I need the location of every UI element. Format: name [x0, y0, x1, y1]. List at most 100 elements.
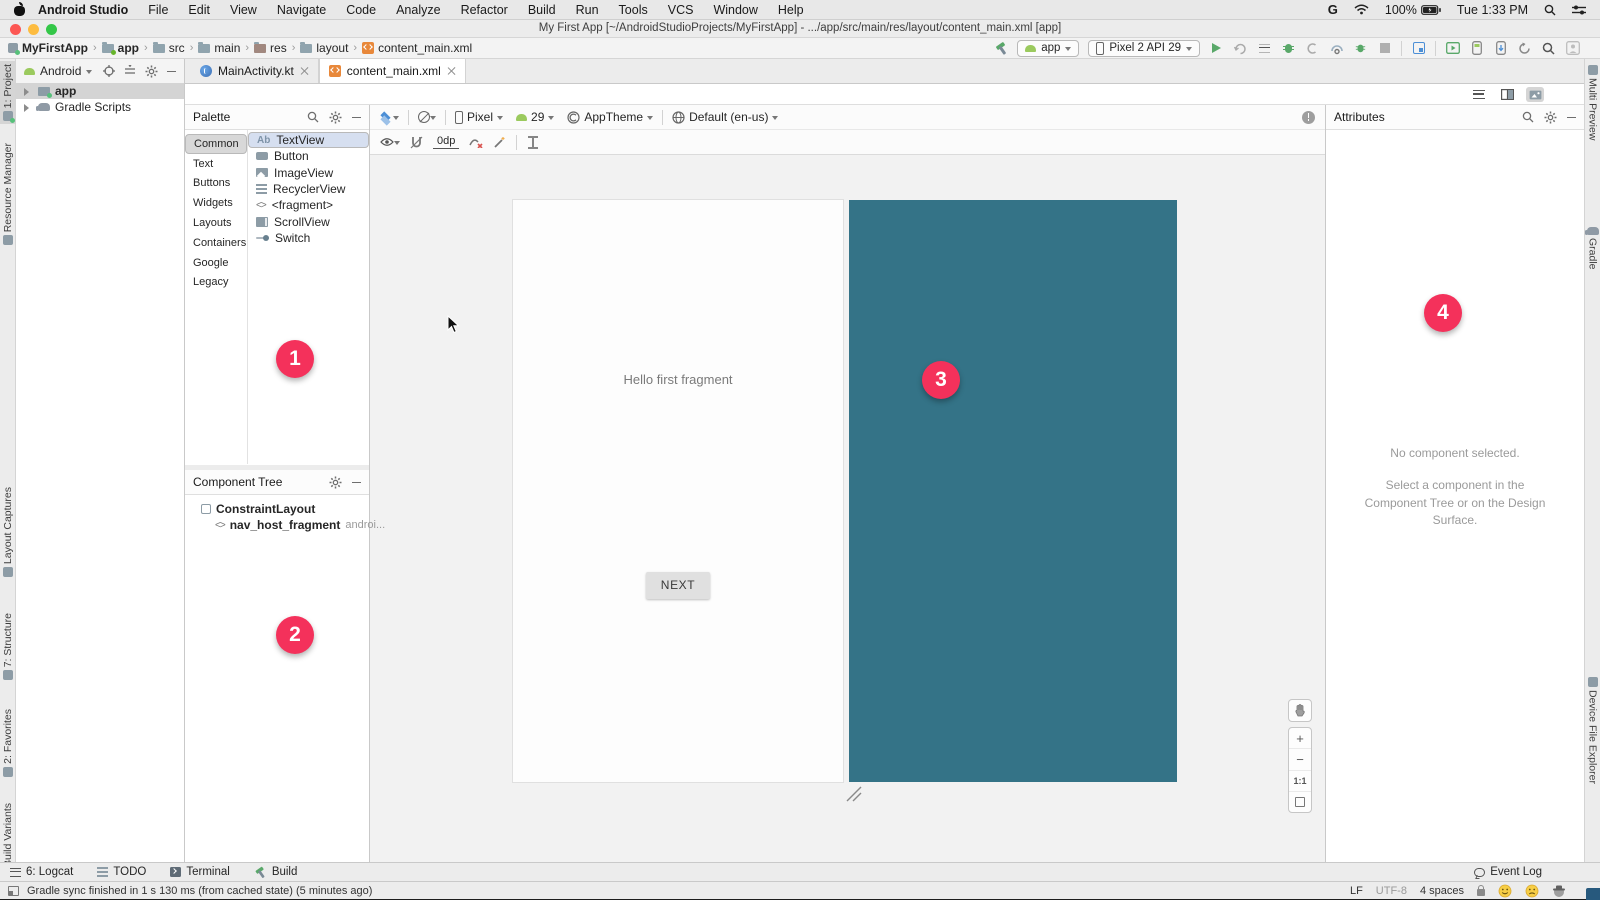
menu-file[interactable]: File [138, 3, 178, 17]
apple-icon[interactable] [14, 3, 26, 16]
menu-vcs[interactable]: VCS [658, 3, 704, 17]
locale-select[interactable]: Default (en-us) [672, 110, 778, 124]
zoom-out-button[interactable]: − [1289, 749, 1311, 770]
tab-content-main[interactable]: content_main.xml [319, 58, 466, 83]
tree-item-constraintlayout[interactable]: ConstraintLayout [185, 501, 369, 517]
menu-code[interactable]: Code [336, 3, 386, 17]
run-tasks-icon[interactable] [1257, 41, 1272, 56]
tool-window-terminal[interactable]: Terminal [170, 866, 229, 878]
tool-window-multi-preview[interactable]: Multi Preview [1585, 65, 1600, 140]
theme-select[interactable]: AppTheme [567, 110, 653, 124]
debug-button[interactable] [1281, 41, 1296, 56]
design-surface-select[interactable] [380, 111, 399, 124]
incognito-icon[interactable] [1552, 884, 1566, 898]
tool-window-gradle[interactable]: Gradle [1585, 227, 1600, 270]
close-tab-icon[interactable] [447, 66, 456, 75]
run-configuration-select[interactable]: app [1017, 40, 1079, 57]
tool-window-layout-captures[interactable]: Layout Captures [0, 487, 15, 577]
tool-window-resource-manager[interactable]: Resource Manager [0, 143, 15, 245]
run-button[interactable] [1209, 41, 1224, 56]
project-tree-item-app[interactable]: app [16, 83, 184, 99]
collapse-all-icon[interactable] [124, 65, 136, 77]
palette-category-containers[interactable]: Containers [185, 233, 247, 253]
palette-category-layouts[interactable]: Layouts [185, 213, 247, 233]
tool-window-device-file-explorer[interactable]: Device File Explorer [1585, 677, 1600, 784]
clear-constraints-button[interactable] [469, 136, 483, 148]
close-tab-icon[interactable] [300, 66, 309, 75]
tool-window-switcher-icon[interactable] [8, 886, 19, 896]
palette-item-button[interactable]: Button [248, 148, 369, 164]
palette-item-scrollview[interactable]: ScrollView [248, 213, 369, 229]
menu-navigate[interactable]: Navigate [267, 3, 336, 17]
menu-edit[interactable]: Edit [178, 3, 220, 17]
pack-align-select[interactable] [527, 136, 539, 149]
attach-debugger-icon[interactable] [1353, 41, 1368, 56]
code-view-button[interactable] [1470, 87, 1488, 102]
menu-build[interactable]: Build [518, 3, 566, 17]
search-icon[interactable] [307, 111, 319, 123]
line-ending-indicator[interactable]: LF [1350, 885, 1363, 897]
readonly-lock-icon[interactable] [1477, 889, 1485, 896]
spotlight-search-icon[interactable] [1544, 4, 1556, 16]
expand-arrow-icon[interactable] [24, 88, 33, 96]
stop-button[interactable] [1377, 41, 1392, 56]
sync-project-icon[interactable] [1517, 41, 1532, 56]
palette-item-recyclerview[interactable]: RecyclerView [248, 181, 369, 197]
layout-inspector-icon[interactable] [1445, 41, 1460, 56]
palette-category-legacy[interactable]: Legacy [185, 273, 247, 293]
sad-feedback-icon[interactable] [1525, 884, 1539, 898]
tab-mainactivity[interactable]: MainActivity.kt [191, 58, 319, 83]
breadcrumb-src[interactable]: src [153, 41, 185, 55]
menubar-clock[interactable]: Tue 1:33 PM [1457, 3, 1528, 17]
next-button-widget[interactable]: NEXT [646, 572, 710, 599]
happy-feedback-icon[interactable] [1498, 884, 1512, 898]
device-manager-icon[interactable] [1411, 41, 1426, 56]
search-everywhere-icon[interactable] [1541, 41, 1556, 56]
palette-item-fragment[interactable]: <><fragment> [248, 197, 369, 213]
zoom-actual-button[interactable]: 1:1 [1289, 771, 1311, 792]
sdk-manager-icon[interactable] [1493, 41, 1508, 56]
palette-item-switch[interactable]: Switch [248, 230, 369, 246]
pan-tool-button[interactable] [1288, 699, 1312, 722]
hide-panel-icon[interactable] [352, 482, 361, 483]
default-margin-select[interactable]: 0dp [433, 135, 459, 149]
menu-analyze[interactable]: Analyze [386, 3, 450, 17]
blueprint-view-sheet[interactable] [849, 200, 1177, 782]
zoom-to-fit-button[interactable] [1289, 792, 1311, 812]
infer-constraints-button[interactable] [493, 136, 506, 149]
gear-icon[interactable] [329, 111, 342, 124]
design-surface[interactable]: Hello first fragment NEXT + − 1:1 [370, 155, 1325, 862]
device-select[interactable]: Pixel [455, 110, 503, 124]
api-version-select[interactable]: 29 [516, 110, 554, 124]
split-view-button[interactable] [1498, 87, 1516, 102]
tool-window-build[interactable]: Build [254, 866, 298, 879]
wifi-icon[interactable] [1354, 4, 1369, 15]
menu-view[interactable]: View [220, 3, 267, 17]
profile-avatar-icon[interactable] [1565, 41, 1580, 56]
tree-item-nav-host-fragment[interactable]: <>nav_host_fragmentandroi... [185, 517, 369, 533]
gear-icon[interactable] [329, 476, 342, 489]
orientation-select[interactable] [418, 111, 436, 123]
palette-category-buttons[interactable]: Buttons [185, 174, 247, 194]
build-hammer-icon[interactable] [995, 42, 1008, 55]
menu-tools[interactable]: Tools [609, 3, 658, 17]
hello-fragment-textview[interactable]: Hello first fragment [513, 372, 843, 387]
canvas-resize-handle[interactable] [845, 785, 863, 803]
breadcrumb-main[interactable]: main [198, 41, 240, 55]
autoconnect-magnet-icon[interactable] [410, 136, 423, 149]
project-tree-item-gradle-scripts[interactable]: Gradle Scripts [16, 99, 184, 115]
design-view-button[interactable] [1526, 87, 1544, 102]
profiler-icon[interactable] [1329, 41, 1344, 56]
menu-help[interactable]: Help [768, 3, 814, 17]
project-view-selector[interactable]: Android [24, 64, 92, 78]
gear-icon[interactable] [1544, 111, 1557, 124]
tool-window-todo[interactable]: TODO [97, 866, 146, 878]
menu-run[interactable]: Run [566, 3, 609, 17]
google-menubar-icon[interactable]: G [1328, 2, 1338, 17]
issue-warning-icon[interactable] [1302, 111, 1315, 124]
view-options-select[interactable] [380, 137, 400, 147]
palette-item-imageview[interactable]: ImageView [248, 165, 369, 181]
hide-panel-icon[interactable] [352, 117, 361, 118]
event-log-button[interactable]: Event Log [1474, 866, 1542, 878]
breadcrumb-project[interactable]: MyFirstApp [8, 41, 88, 55]
